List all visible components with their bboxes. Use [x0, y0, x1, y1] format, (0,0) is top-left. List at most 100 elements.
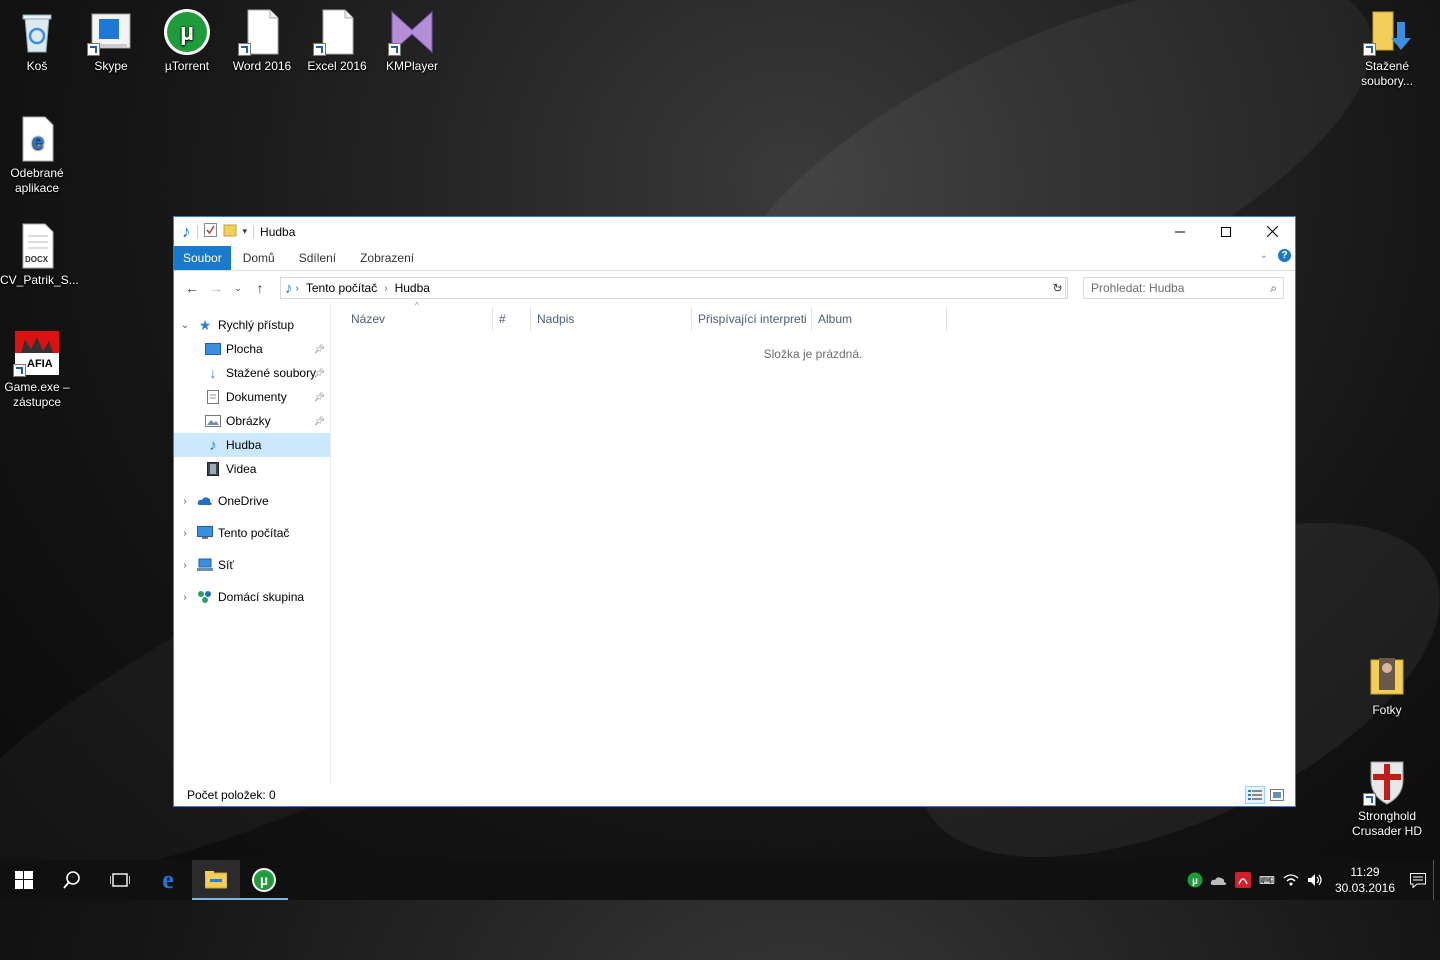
- column-header-album[interactable]: Album: [812, 307, 947, 331]
- desktop-icon-removed-apps[interactable]: e Odebrané aplikace: [0, 115, 74, 196]
- desktop-icon-label: Stronghold Crusader HD: [1351, 809, 1423, 838]
- breadcrumb-this-pc[interactable]: Tento počítač: [306, 281, 377, 295]
- action-center-button[interactable]: [1403, 872, 1433, 888]
- refresh-icon: ↻: [1052, 281, 1063, 295]
- item-count: Počet položek: 0: [187, 788, 276, 802]
- chevron-down-icon[interactable]: ⌄: [174, 320, 196, 331]
- details-view-button[interactable]: [1245, 786, 1265, 804]
- tab-view[interactable]: Zobrazení: [348, 246, 426, 270]
- chevron-right-icon[interactable]: ›: [174, 528, 196, 539]
- nav-item-videos[interactable]: Videa: [174, 457, 330, 481]
- nav-label: Plocha: [226, 342, 263, 356]
- column-header-name[interactable]: Název: [345, 307, 493, 331]
- desktop-icon-label: KMPlayer: [385, 59, 438, 73]
- refresh-button[interactable]: ↻: [1048, 277, 1068, 299]
- chevron-right-icon[interactable]: ›: [174, 592, 196, 603]
- column-header-number[interactable]: #: [493, 307, 531, 331]
- chevron-right-icon[interactable]: ›: [174, 496, 196, 507]
- desktop-icon-utorrent[interactable]: µ µTorrent: [150, 8, 224, 74]
- chevron-right-icon[interactable]: ›: [174, 560, 196, 571]
- nav-label: Tento počítač: [218, 526, 290, 540]
- breadcrumb-chevron-icon[interactable]: ›: [296, 283, 299, 294]
- clock[interactable]: 11:29 30.03.2016: [1327, 864, 1403, 896]
- large-icons-view-button[interactable]: [1267, 786, 1287, 804]
- nav-quick-access[interactable]: ⌄ ★ Rychlý přístup: [174, 313, 330, 337]
- nav-item-pictures[interactable]: Obrázky 📌︎: [174, 409, 330, 433]
- minimize-button[interactable]: [1157, 217, 1203, 246]
- search-button[interactable]: [48, 860, 96, 900]
- properties-icon[interactable]: [203, 223, 217, 240]
- expand-ribbon-icon[interactable]: ⌄: [1260, 250, 1268, 261]
- desktop-icon-stronghold[interactable]: Stronghold Crusader HD: [1350, 758, 1424, 839]
- recent-locations-icon[interactable]: ⌄: [228, 283, 248, 294]
- search-box[interactable]: ⌕: [1083, 277, 1284, 299]
- desktop-icon-downloads[interactable]: Stažené soubory...: [1350, 8, 1424, 89]
- forward-button[interactable]: →: [204, 280, 228, 296]
- desktop-icon-photos[interactable]: Fotky: [1350, 652, 1424, 718]
- title-bar[interactable]: ♪ ▾ Hudba: [174, 217, 1295, 246]
- breadcrumb-music[interactable]: Hudba: [395, 281, 430, 295]
- desktop-icon-word[interactable]: Word 2016: [225, 8, 299, 74]
- svg-text:µ: µ: [1192, 876, 1198, 887]
- desktop-icon-skype[interactable]: Skype: [74, 8, 148, 74]
- pin-icon[interactable]: 📌︎: [314, 392, 325, 403]
- nav-item-documents[interactable]: Dokumenty 📌︎: [174, 385, 330, 409]
- tab-file[interactable]: Soubor: [174, 246, 231, 270]
- tab-share[interactable]: Sdílení: [287, 246, 348, 270]
- tray-input-icon[interactable]: ⌨: [1255, 874, 1279, 887]
- nav-item-desktop[interactable]: Plocha 📌︎: [174, 337, 330, 361]
- taskbar-utorrent[interactable]: µ: [240, 860, 288, 900]
- tray-onedrive-icon[interactable]: [1207, 875, 1231, 886]
- taskbar-file-explorer[interactable]: [192, 860, 240, 900]
- desktop-icon-excel[interactable]: Excel 2016: [300, 8, 374, 74]
- maximize-button[interactable]: [1203, 217, 1249, 246]
- pin-icon[interactable]: 📌︎: [314, 416, 325, 427]
- nav-label: Videa: [226, 462, 257, 476]
- up-button[interactable]: ↑: [248, 280, 272, 296]
- nav-item-music[interactable]: ♪ Hudba: [174, 433, 330, 457]
- breadcrumb-chevron-icon[interactable]: ›: [384, 283, 387, 294]
- nav-item-downloads[interactable]: ↓ Stažené soubory 📌︎: [174, 361, 330, 385]
- nav-network[interactable]: › Síť: [174, 553, 330, 577]
- desktop-icon-label: Odebrané aplikace: [10, 166, 64, 195]
- music-note-icon: ♪: [182, 221, 191, 241]
- address-bar[interactable]: ♪ › Tento počítač › Hudba ⌄: [280, 277, 1066, 299]
- desktop-icon-recycle-bin[interactable]: Koš: [0, 8, 74, 74]
- stronghold-shield-icon: [1363, 758, 1411, 806]
- task-view-button[interactable]: [96, 860, 144, 900]
- pin-icon[interactable]: 📌︎: [314, 344, 325, 355]
- search-input[interactable]: [1091, 281, 1261, 295]
- nav-label: Domácí skupina: [218, 590, 305, 604]
- search-icon[interactable]: ⌕: [1270, 281, 1277, 296]
- explorer-window[interactable]: ♪ ▾ Hudba Soubor Domů Sdílení Zobrazení …: [173, 216, 1296, 807]
- wifi-icon[interactable]: [1279, 873, 1303, 887]
- show-desktop-button[interactable]: [1433, 860, 1440, 900]
- column-header-title[interactable]: Nadpis: [531, 307, 692, 331]
- nav-label: Rychlý přístup: [218, 318, 295, 332]
- desktop-icon-mafia[interactable]: AFIA Game.exe – zástupce: [0, 329, 74, 410]
- desktop-icon-cv[interactable]: DOCX CV_Patrik_S...: [0, 222, 79, 288]
- help-icon[interactable]: ?: [1278, 249, 1291, 262]
- qat-dropdown-icon[interactable]: ▾: [243, 226, 248, 237]
- pin-icon[interactable]: 📌︎: [314, 368, 325, 379]
- new-folder-icon[interactable]: [223, 223, 237, 240]
- tray-acrobat-icon[interactable]: [1231, 872, 1255, 888]
- taskbar-edge[interactable]: e: [144, 860, 192, 900]
- tray-utorrent-icon[interactable]: µ: [1183, 872, 1207, 888]
- nav-this-pc[interactable]: › Tento počítač: [174, 521, 330, 545]
- file-list-pane[interactable]: ^ Název # Nadpis Přispívající interpreti…: [331, 301, 1295, 784]
- desktop-icon: [204, 341, 222, 357]
- svg-text:e: e: [32, 129, 44, 154]
- tab-home[interactable]: Domů: [231, 246, 287, 270]
- volume-icon[interactable]: [1303, 873, 1327, 887]
- column-header-contributing-artists[interactable]: Přispívající interpreti: [692, 307, 812, 331]
- nav-homegroup[interactable]: › Domácí skupina: [174, 585, 330, 609]
- search-icon: [63, 871, 80, 889]
- system-tray: µ ⌨ 11:29 30.03.2016: [1183, 860, 1440, 900]
- close-button[interactable]: [1249, 217, 1295, 246]
- sort-ascending-icon: ^: [415, 301, 419, 310]
- desktop-icon-kmplayer[interactable]: KMPlayer: [375, 8, 449, 74]
- back-button[interactable]: ←: [180, 280, 204, 296]
- start-button[interactable]: [0, 860, 48, 900]
- nav-onedrive[interactable]: › OneDrive: [174, 489, 330, 513]
